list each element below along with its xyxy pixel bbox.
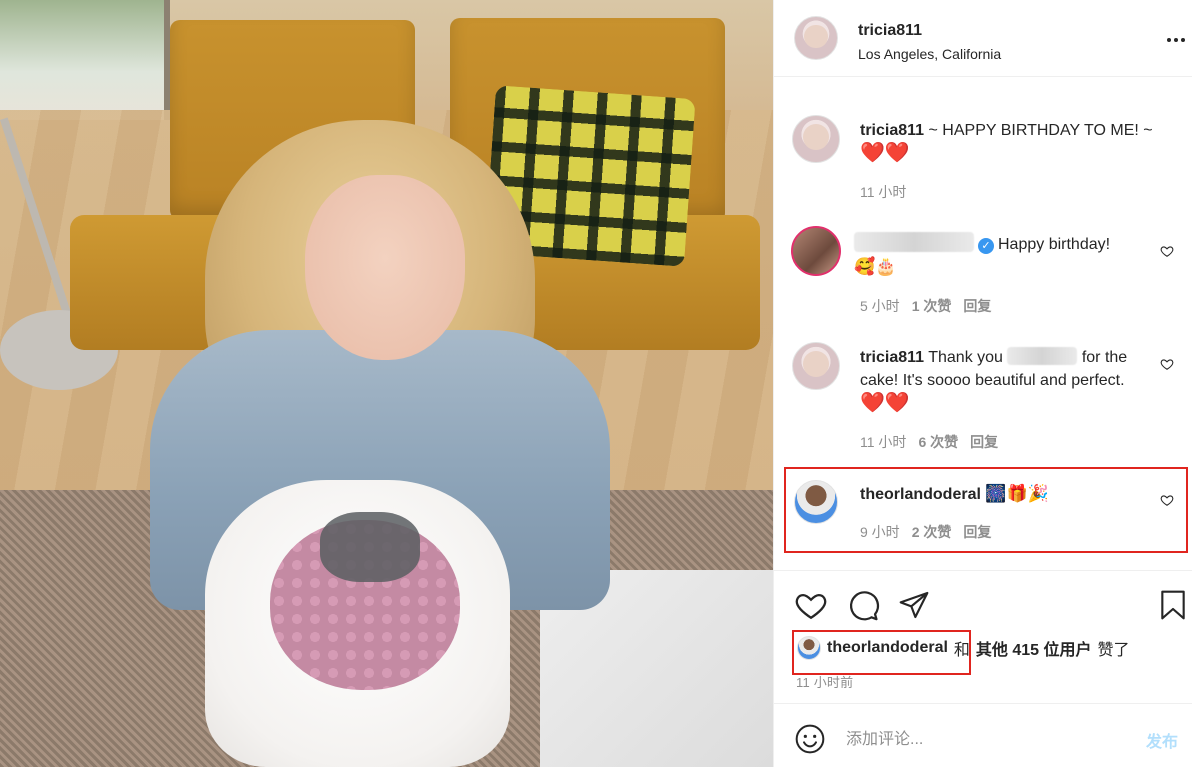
comment-avatar[interactable] bbox=[794, 480, 838, 524]
bookmark-icon[interactable] bbox=[1157, 588, 1189, 622]
likes-others[interactable]: 其他 415 位用户 bbox=[976, 636, 1092, 660]
comment-2-heart-icon[interactable] bbox=[1160, 357, 1174, 371]
comment-2-mention-redacted[interactable] bbox=[1007, 347, 1078, 365]
comment-1-heart-icon[interactable] bbox=[1160, 244, 1174, 258]
comment-2-username[interactable]: tricia811 bbox=[860, 349, 924, 366]
comment-3-text: theorlandoderal 🎆🎁🎉 bbox=[860, 483, 1150, 506]
comment-avatar[interactable] bbox=[791, 226, 841, 276]
post-timestamp[interactable]: 11 小时前 bbox=[796, 672, 853, 691]
caption-body: ~ HAPPY BIRTHDAY TO ME! ~ bbox=[924, 122, 1153, 139]
comment-1-username-redacted[interactable] bbox=[854, 232, 974, 252]
comment-3-reply[interactable]: 回复 bbox=[963, 522, 991, 542]
comment-input[interactable] bbox=[846, 726, 1126, 754]
more-options-icon[interactable] bbox=[1167, 31, 1187, 49]
caption-time[interactable]: 11 小时 bbox=[860, 182, 906, 202]
comment-2-likes[interactable]: 6 次赞 bbox=[918, 432, 958, 452]
actions-divider bbox=[774, 570, 1192, 571]
comment-2-reply[interactable]: 回复 bbox=[970, 432, 998, 452]
comment-2-text: tricia811 Thank you for the cake! It's s… bbox=[860, 346, 1150, 416]
comment-2-time[interactable]: 11 小时 bbox=[860, 432, 906, 452]
comment-1-likes[interactable]: 1 次赞 bbox=[912, 296, 952, 316]
post-side-panel: tricia811 Los Angeles, California tricia… bbox=[773, 0, 1192, 767]
comment-bubble-icon[interactable] bbox=[846, 588, 880, 622]
comment-3-heart-icon[interactable] bbox=[1160, 493, 1174, 507]
likes-suffix: 赞了 bbox=[1097, 642, 1130, 659]
comment-3-username[interactable]: theorlandoderal bbox=[860, 486, 981, 503]
photo-person-face bbox=[305, 175, 465, 360]
comment-3-likes[interactable]: 2 次赞 bbox=[912, 522, 952, 542]
comment-box-divider bbox=[774, 703, 1192, 704]
comment-3-meta: 9 小时 2 次赞 回复 bbox=[860, 522, 991, 542]
photo-window bbox=[0, 0, 170, 120]
comment-1-meta: 5 小时 1 次赞 回复 bbox=[860, 296, 991, 316]
comment-3-emoji: 🎆🎁🎉 bbox=[985, 484, 1049, 503]
post-location[interactable]: Los Angeles, California bbox=[858, 46, 1001, 62]
comment-3-time[interactable]: 9 小时 bbox=[860, 522, 900, 542]
verified-badge-icon: ✓ bbox=[978, 238, 994, 254]
caption-avatar[interactable] bbox=[792, 115, 840, 163]
comment-1-text: ✓ Happy birthday! 🥰🎂 bbox=[854, 232, 1144, 279]
liker-username[interactable]: theorlandoderal bbox=[827, 639, 948, 657]
caption-username[interactable]: tricia811 bbox=[860, 122, 924, 139]
comment-1-time[interactable]: 5 小时 bbox=[860, 296, 900, 316]
caption-text: tricia811 ~ HAPPY BIRTHDAY TO ME! ~ ❤️❤️ bbox=[860, 119, 1182, 166]
comment-2-hearts: ❤️❤️ bbox=[860, 392, 910, 414]
comment-2-meta: 11 小时 6 次赞 回复 bbox=[860, 432, 998, 452]
caption-meta: 11 小时 bbox=[860, 182, 906, 202]
header-divider bbox=[774, 76, 1192, 77]
caption-hearts: ❤️❤️ bbox=[860, 142, 910, 164]
comment-1-emoji: 🥰🎂 bbox=[854, 257, 897, 276]
paper-plane-icon[interactable] bbox=[898, 589, 930, 621]
likes-conjunction: 和 bbox=[953, 642, 970, 659]
author-avatar[interactable] bbox=[794, 16, 838, 60]
comment-1-reply[interactable]: 回复 bbox=[963, 296, 991, 316]
post-comment-button[interactable]: 发布 bbox=[1146, 728, 1178, 752]
comment-2-body-start: Thank you bbox=[924, 349, 1008, 366]
comment-avatar[interactable] bbox=[792, 342, 840, 390]
liker-avatar[interactable] bbox=[797, 636, 821, 660]
heart-icon[interactable] bbox=[794, 588, 828, 622]
post-photo[interactable] bbox=[0, 0, 773, 767]
likes-summary: theorlandoderal 和 其他 415 位用户 赞了 bbox=[797, 636, 1130, 660]
smiley-icon[interactable] bbox=[794, 723, 826, 755]
comment-1-body: Happy birthday! bbox=[998, 236, 1111, 253]
photo-cake-topper bbox=[320, 512, 420, 582]
author-username[interactable]: tricia811 bbox=[858, 22, 922, 40]
